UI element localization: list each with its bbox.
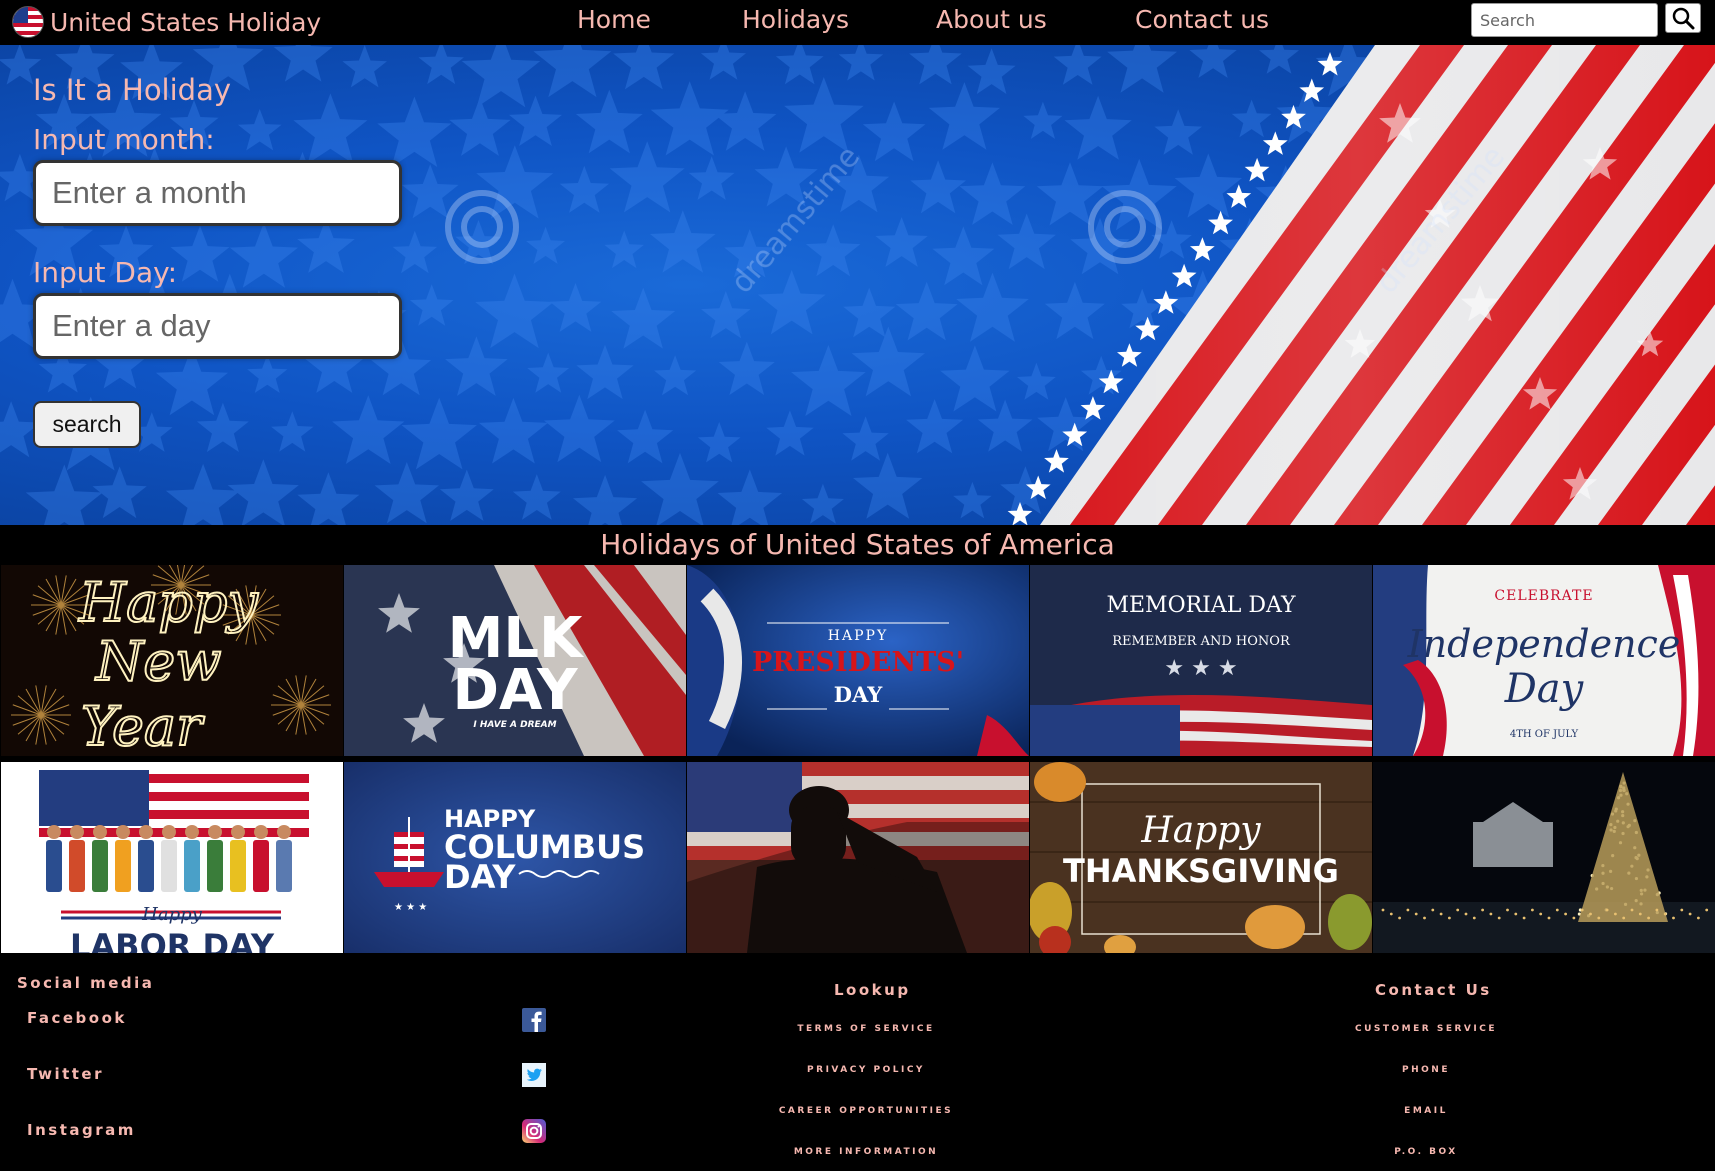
nav-contact-us[interactable]: Contact us bbox=[1135, 5, 1269, 34]
nav-holidays[interactable]: Holidays bbox=[742, 5, 849, 34]
gallery-title: Holidays of United States of America bbox=[600, 528, 1115, 561]
day-label: Input Day: bbox=[33, 256, 178, 289]
lookup-title: Lookup bbox=[834, 981, 911, 999]
svg-text:HAPPY: HAPPY bbox=[828, 628, 888, 644]
svg-text:Happy: Happy bbox=[1140, 810, 1261, 851]
svg-text:New: New bbox=[94, 630, 221, 693]
search-button[interactable] bbox=[1665, 3, 1701, 33]
svg-text:4TH OF JULY: 4TH OF JULY bbox=[1510, 729, 1579, 740]
day-input[interactable] bbox=[33, 293, 402, 359]
search-icon bbox=[1672, 7, 1695, 30]
svg-text:★ ★ ★: ★ ★ ★ bbox=[394, 902, 427, 913]
svg-text:PRESIDENTS': PRESIDENTS' bbox=[752, 647, 964, 678]
svg-text:LABOR DAY: LABOR DAY bbox=[70, 927, 275, 953]
svg-text:Happy: Happy bbox=[141, 904, 202, 925]
svg-text:DAY: DAY bbox=[444, 858, 516, 896]
month-label: Input month: bbox=[33, 123, 215, 156]
po-box-link[interactable]: P.O. BOX bbox=[1276, 1147, 1576, 1157]
tile-thanksgiving[interactable]: Happy THANKSGIVING bbox=[1030, 762, 1372, 953]
search-input[interactable] bbox=[1471, 3, 1658, 37]
nav-home[interactable]: Home bbox=[577, 5, 651, 34]
hero-banner: dreamstime dreamstime Is It a Holiday In… bbox=[0, 45, 1715, 525]
twitter-icon[interactable] bbox=[522, 1063, 546, 1087]
tile-mlk-day[interactable]: MLK DAY I HAVE A DREAM bbox=[344, 565, 686, 756]
brand[interactable]: United States Holiday bbox=[12, 4, 321, 40]
terms-of-service-link[interactable]: TERMS OF SERVICE bbox=[716, 1024, 1016, 1034]
svg-text:THANKSGIVING: THANKSGIVING bbox=[1063, 852, 1339, 890]
svg-text:REMEMBER AND HONOR: REMEMBER AND HONOR bbox=[1112, 634, 1291, 649]
customer-service-link[interactable]: CUSTOMER SERVICE bbox=[1276, 1024, 1576, 1034]
month-input[interactable] bbox=[33, 160, 402, 226]
svg-text:CELEBRATE: CELEBRATE bbox=[1494, 588, 1593, 604]
facebook-icon[interactable] bbox=[522, 1008, 546, 1032]
facebook-link[interactable]: Facebook bbox=[27, 1009, 127, 1027]
holiday-lookup-form: Is It a Holiday Input month: Input Day: … bbox=[33, 73, 402, 448]
privacy-policy-link[interactable]: PRIVACY POLICY bbox=[716, 1065, 1016, 1075]
instagram-link[interactable]: Instagram bbox=[27, 1121, 136, 1139]
top-nav: United States Holiday Home Holidays Abou… bbox=[0, 0, 1715, 45]
svg-text:Independence: Independence bbox=[1407, 622, 1681, 666]
svg-text:MEMORIAL DAY: MEMORIAL DAY bbox=[1106, 593, 1296, 618]
svg-text:DAY: DAY bbox=[834, 682, 883, 707]
tile-new-year[interactable]: Happy New Year bbox=[1, 565, 343, 756]
svg-text:Day: Day bbox=[1504, 666, 1585, 712]
tile-christmas[interactable] bbox=[1373, 762, 1715, 953]
svg-text:DAY: DAY bbox=[452, 658, 578, 723]
svg-text:Happy: Happy bbox=[78, 571, 259, 634]
tile-labor-day[interactable]: Happy LABOR DAY bbox=[1, 762, 343, 953]
nav-about-us[interactable]: About us bbox=[936, 5, 1047, 34]
us-flag-icon bbox=[12, 6, 44, 38]
holiday-gallery: Happy New Year MLK DAY I HAVE A DREAM HA… bbox=[0, 565, 1715, 953]
footer: Social media Facebook Twitter Instagram … bbox=[0, 953, 1715, 1171]
tile-veterans-day[interactable] bbox=[687, 762, 1029, 953]
form-title: Is It a Holiday bbox=[33, 73, 232, 107]
contact-us-title: Contact Us bbox=[1375, 981, 1492, 999]
phone-link[interactable]: PHONE bbox=[1276, 1065, 1576, 1075]
tile-independence-day[interactable]: CELEBRATE Independence Day 4TH OF JULY bbox=[1373, 565, 1715, 756]
tile-memorial-day[interactable]: MEMORIAL DAY REMEMBER AND HONOR ★ ★ ★ bbox=[1030, 565, 1372, 756]
twitter-link[interactable]: Twitter bbox=[27, 1065, 104, 1083]
watermark-text: dreamstime bbox=[724, 140, 867, 301]
svg-text:★ ★ ★: ★ ★ ★ bbox=[1164, 656, 1237, 681]
holiday-search-button[interactable]: search bbox=[33, 401, 141, 448]
tile-columbus-day[interactable]: HAPPY COLUMBUS DAY ★ ★ ★ bbox=[344, 762, 686, 953]
career-opportunities-link[interactable]: CAREER OPPORTUNITIES bbox=[716, 1106, 1016, 1116]
email-link[interactable]: EMAIL bbox=[1276, 1106, 1576, 1116]
more-information-link[interactable]: MORE INFORMATION bbox=[716, 1147, 1016, 1157]
svg-text:I HAVE A DREAM: I HAVE A DREAM bbox=[473, 720, 556, 730]
tile-presidents-day[interactable]: HAPPY PRESIDENTS' DAY bbox=[687, 565, 1029, 756]
svg-text:Year: Year bbox=[81, 695, 205, 756]
instagram-icon[interactable] bbox=[522, 1119, 546, 1143]
social-media-title: Social media bbox=[17, 974, 155, 992]
brand-title: United States Holiday bbox=[50, 7, 322, 37]
